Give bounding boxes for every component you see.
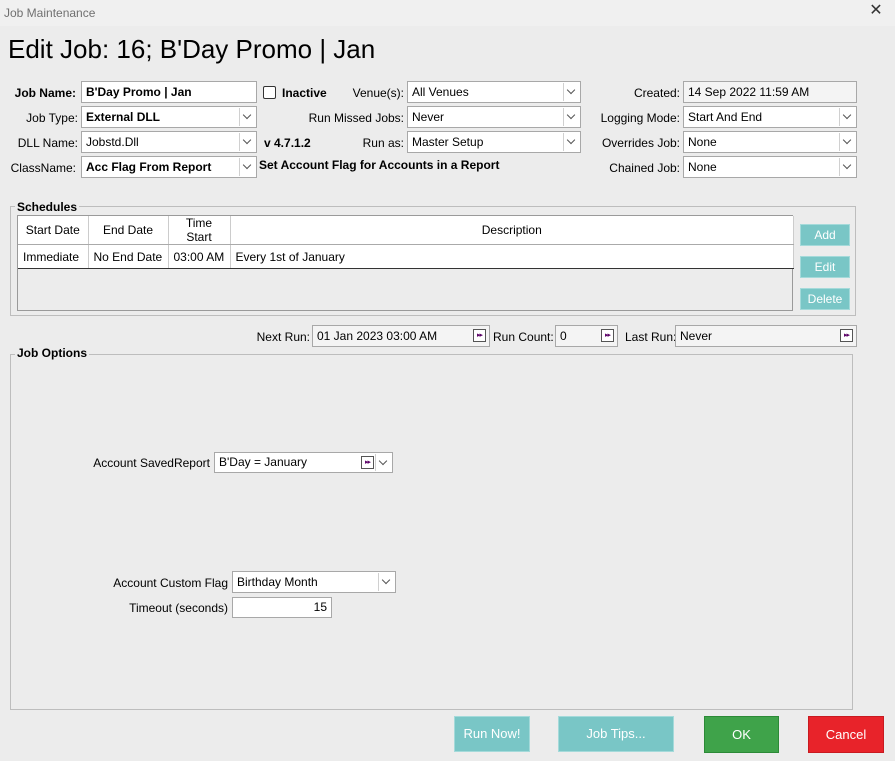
timeout-label: Timeout (seconds)	[129, 601, 228, 615]
chevron-down-icon[interactable]	[239, 108, 255, 126]
custom-flag-value: Birthday Month	[237, 575, 318, 589]
table-row[interactable]: Immediate No End Date 03:00 AM Every 1st…	[18, 244, 794, 269]
next-run-label: Next Run:	[256, 330, 310, 344]
job-name-label: Job Name:	[14, 86, 76, 100]
run-missed-jobs-label: Run Missed Jobs:	[308, 111, 404, 125]
column-header-description[interactable]: Description	[230, 216, 794, 245]
logging-mode-select[interactable]: Start And End	[683, 106, 857, 128]
title-bar	[0, 0, 895, 26]
custom-flag-label: Account Custom Flag	[113, 576, 228, 590]
edit-schedule-button[interactable]: Edit	[800, 256, 850, 278]
class-description: Set Account Flag for Accounts in a Repor…	[259, 158, 500, 172]
run-now-button[interactable]: Run Now!	[454, 716, 530, 752]
fast-forward-icon[interactable]: ▸▸	[601, 329, 614, 342]
chained-job-select[interactable]: None	[683, 156, 857, 178]
schedules-header-row: Start Date End Date Time Start Descripti…	[18, 216, 794, 245]
class-name-value: Acc Flag From Report	[86, 160, 212, 174]
run-as-value: Master Setup	[412, 135, 484, 149]
fast-forward-icon[interactable]: ▸▸	[473, 329, 486, 342]
fast-forward-icon[interactable]: ▸▸	[361, 456, 374, 469]
schedules-title: Schedules	[15, 200, 80, 214]
job-type-label: Job Type:	[26, 111, 78, 125]
run-as-label: Run as:	[362, 136, 404, 150]
chevron-down-icon[interactable]	[239, 158, 255, 176]
custom-flag-select[interactable]: Birthday Month	[232, 571, 396, 593]
chevron-down-icon[interactable]	[375, 454, 391, 471]
run-missed-jobs-select[interactable]: Never	[407, 106, 581, 128]
inactive-label: Inactive	[282, 86, 327, 100]
venues-value: All Venues	[412, 85, 469, 99]
created-label: Created:	[633, 86, 680, 100]
window-title: Job Maintenance	[4, 6, 96, 20]
add-schedule-button[interactable]: Add	[800, 224, 850, 246]
last-run-value: Never	[680, 329, 713, 343]
chevron-down-icon[interactable]	[839, 158, 855, 176]
job-type-select[interactable]: External DLL	[81, 106, 257, 128]
job-type-value: External DLL	[86, 110, 161, 124]
cell-time-start: 03:00 AM	[168, 244, 231, 269]
cell-end-date: No End Date	[88, 244, 169, 269]
page-title: Edit Job: 16; B'Day Promo | Jan	[8, 34, 376, 64]
chevron-down-icon[interactable]	[839, 133, 855, 151]
class-name-select[interactable]: Acc Flag From Report	[81, 156, 257, 178]
cancel-button[interactable]: Cancel	[808, 716, 884, 753]
venues-select[interactable]: All Venues	[407, 81, 581, 103]
column-header-start-date[interactable]: Start Date	[18, 216, 89, 245]
delete-schedule-button[interactable]: Delete	[800, 288, 850, 310]
chevron-down-icon[interactable]	[563, 83, 579, 101]
job-name-input[interactable]: B'Day Promo | Jan	[81, 81, 257, 103]
logging-mode-label: Logging Mode:	[600, 111, 680, 125]
ok-button[interactable]: OK	[704, 716, 779, 753]
close-icon[interactable]: ✕	[867, 2, 885, 20]
job-tips-button[interactable]: Job Tips...	[558, 716, 674, 752]
chained-job-label: Chained Job:	[609, 161, 680, 175]
job-options-group	[10, 354, 853, 710]
overrides-job-select[interactable]: None	[683, 131, 857, 153]
chevron-down-icon[interactable]	[563, 108, 579, 126]
column-header-end-date[interactable]: End Date	[88, 216, 169, 245]
cell-start-date: Immediate	[18, 244, 89, 269]
cell-description: Every 1st of January	[230, 244, 794, 269]
next-run-field: 01 Jan 2023 03:00 AM ▸▸	[312, 325, 490, 347]
saved-report-select[interactable]: B'Day = January ▸▸	[214, 452, 393, 473]
last-run-field: Never ▸▸	[675, 325, 857, 347]
schedules-table: Start Date End Date Time Start Descripti…	[17, 215, 794, 311]
job-options-title: Job Options	[15, 346, 89, 360]
chevron-down-icon[interactable]	[378, 573, 394, 591]
run-count-label: Run Count:	[493, 330, 554, 344]
run-count-field: 0 ▸▸	[555, 325, 618, 347]
run-count-value: 0	[560, 329, 567, 343]
overrides-job-label: Overrides Job:	[601, 136, 680, 150]
version-label: v 4.7.1.2	[264, 136, 311, 150]
saved-report-value: B'Day = January	[219, 455, 308, 469]
fast-forward-icon[interactable]: ▸▸	[840, 329, 853, 342]
column-header-time-start[interactable]: Time Start	[168, 216, 231, 245]
inactive-checkbox[interactable]	[263, 86, 276, 99]
logging-mode-value: Start And End	[688, 110, 763, 124]
venues-label: Venue(s):	[352, 86, 404, 100]
chevron-down-icon[interactable]	[563, 133, 579, 151]
dll-name-label: DLL Name:	[17, 136, 78, 150]
run-as-select[interactable]: Master Setup	[407, 131, 581, 153]
class-name-label: ClassName:	[10, 161, 76, 175]
chevron-down-icon[interactable]	[239, 133, 255, 151]
overrides-job-value: None	[688, 135, 717, 149]
last-run-label: Last Run:	[625, 330, 677, 344]
dll-name-select[interactable]: Jobstd.Dll	[81, 131, 257, 153]
chained-job-value: None	[688, 160, 717, 174]
timeout-input[interactable]: 15	[232, 597, 332, 618]
dll-name-value: Jobstd.Dll	[86, 135, 139, 149]
next-run-value: 01 Jan 2023 03:00 AM	[317, 329, 438, 343]
run-missed-jobs-value: Never	[412, 110, 445, 124]
saved-report-label: Account SavedReport	[93, 456, 210, 470]
chevron-down-icon[interactable]	[839, 108, 855, 126]
created-value: 14 Sep 2022 11:59 AM	[683, 81, 857, 103]
